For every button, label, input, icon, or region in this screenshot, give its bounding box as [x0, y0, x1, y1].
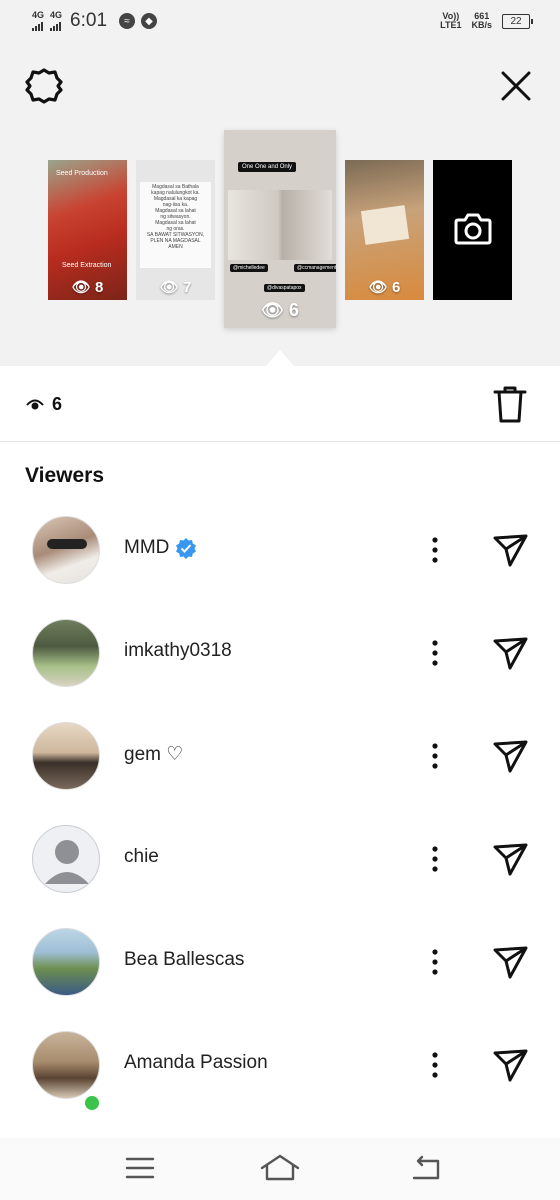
- volte-indicator: Vo)) LTE1: [440, 12, 461, 30]
- avatar[interactable]: [32, 722, 100, 790]
- viewer-row[interactable]: Bea Ballescas: [0, 912, 560, 1012]
- back-icon[interactable]: [408, 1152, 448, 1184]
- trash-icon[interactable]: [492, 384, 528, 424]
- eye-icon: [26, 399, 44, 409]
- gear-icon[interactable]: [24, 66, 64, 106]
- network-type-2: 4G: [50, 10, 63, 20]
- avatar[interactable]: [32, 1031, 100, 1099]
- story-1-views: 👁 8: [71, 279, 104, 296]
- viewer-name[interactable]: imkathy0318: [124, 640, 232, 662]
- lte-label: LTE1: [440, 20, 462, 30]
- story-1-top-caption: Seed Production: [56, 170, 108, 177]
- more-options-icon[interactable]: [424, 839, 446, 879]
- avatar[interactable]: [32, 928, 100, 996]
- viewer-name[interactable]: Bea Ballescas: [124, 949, 244, 971]
- status-right: Vo)) LTE1 661 KB/s 22: [440, 12, 533, 30]
- add-story-camera[interactable]: [433, 160, 512, 300]
- viewer-name[interactable]: chie: [124, 846, 159, 868]
- close-icon[interactable]: [500, 70, 532, 102]
- network-type-1: 4G: [32, 10, 45, 20]
- story-1-bottom-caption: Seed Extraction: [62, 262, 112, 269]
- story-1-view-count: 8: [94, 279, 104, 296]
- story-3-tag-right: @ccmanagement: [294, 264, 336, 272]
- viewer-row[interactable]: gem ♡: [0, 706, 560, 806]
- more-options-icon[interactable]: [424, 530, 446, 570]
- story-thumbnail-4[interactable]: 👁 6: [345, 160, 424, 300]
- status-bar: 4G 4G 6:01 ≈ ◆ Vo)) LTE1 661 KB/s 22: [0, 0, 560, 44]
- more-options-icon[interactable]: [424, 1045, 446, 1085]
- clock: 6:01: [70, 10, 108, 31]
- story-thumbnail-2[interactable]: Magdasal sa Bathala kapag nalulungkot ka…: [136, 160, 215, 300]
- story-3-views: 👁 6: [261, 300, 299, 320]
- signal-bars-icon: [32, 20, 43, 31]
- story-tray: Seed Production Seed Extraction 👁 8 Magd…: [0, 44, 560, 366]
- avatar[interactable]: [32, 516, 100, 584]
- home-icon[interactable]: [258, 1152, 302, 1184]
- viewer-name-text: chie: [124, 846, 159, 867]
- speed-unit: KB/s: [471, 20, 492, 30]
- avatar-sunglasses: [47, 539, 87, 549]
- signal-bars-icon: [50, 20, 62, 31]
- send-message-icon[interactable]: [490, 530, 530, 570]
- viewer-name[interactable]: Amanda Passion: [124, 1052, 268, 1074]
- more-options-icon[interactable]: [424, 633, 446, 673]
- viewer-name[interactable]: MMD: [124, 537, 197, 559]
- story-2-text-card: Magdasal sa Bathala kapag nalulungkot ka…: [140, 182, 211, 268]
- avatar[interactable]: [32, 619, 100, 687]
- story-3-view-count: 6: [288, 300, 299, 320]
- viewer-name-text: imkathy0318: [124, 640, 232, 661]
- send-message-icon[interactable]: [490, 839, 530, 879]
- story-4-sticker: [360, 205, 410, 245]
- story-thumbnail-3-selected[interactable]: One One and Only @michelledee @ccmanagem…: [224, 130, 336, 328]
- viewer-name-text: gem ♡: [124, 744, 184, 765]
- story-3-tag-bottom: @divaspatapox: [264, 284, 305, 292]
- default-user-icon: [45, 840, 89, 884]
- view-summary-row: 6: [0, 366, 560, 442]
- verified-badge-icon: [176, 538, 197, 559]
- selected-pointer: [266, 350, 294, 366]
- viewer-name-text: Amanda Passion: [124, 1052, 268, 1073]
- online-indicator: [82, 1093, 102, 1113]
- messenger-icon: ≈: [119, 13, 136, 29]
- signal-2: 4G: [50, 11, 62, 31]
- story-thumbnail-1[interactable]: Seed Production Seed Extraction 👁 8: [48, 160, 127, 300]
- status-left: 4G 4G 6:01 ≈ ◆: [32, 10, 158, 32]
- send-message-icon[interactable]: [490, 942, 530, 982]
- signal-1: 4G: [32, 11, 44, 31]
- send-message-icon[interactable]: [490, 736, 530, 776]
- camera-icon: [454, 213, 492, 245]
- viewer-row[interactable]: MMD: [0, 500, 560, 600]
- view-count: 6: [26, 394, 62, 415]
- viewers-heading: Viewers: [25, 464, 105, 487]
- send-message-icon[interactable]: [490, 1045, 530, 1085]
- story-2-view-count: 7: [182, 279, 192, 296]
- story-3-tag-left: @michelledee: [230, 264, 268, 272]
- viewer-row[interactable]: imkathy0318: [0, 603, 560, 703]
- view-count-value: 6: [52, 394, 63, 414]
- viewer-name[interactable]: gem ♡: [124, 743, 183, 766]
- battery-icon: 22: [502, 13, 533, 29]
- story-3-photo: [228, 190, 332, 260]
- viewer-name-text: Bea Ballescas: [124, 949, 245, 970]
- system-nav-bar: [0, 1138, 560, 1200]
- more-options-icon[interactable]: [424, 942, 446, 982]
- compass-icon: ◆: [141, 13, 158, 29]
- viewer-row[interactable]: Amanda Passion: [0, 1015, 560, 1115]
- story-3-banner: One One and Only: [238, 162, 297, 172]
- send-message-icon[interactable]: [490, 633, 530, 673]
- viewer-name-text: MMD: [124, 537, 170, 558]
- network-speed: 661 KB/s: [471, 12, 492, 30]
- story-4-views: 👁 6: [368, 279, 401, 296]
- story-4-view-count: 6: [391, 279, 401, 296]
- menu-icon[interactable]: [120, 1152, 160, 1184]
- story-2-line: AMEN: [168, 244, 183, 250]
- avatar-default[interactable]: [32, 825, 100, 893]
- more-options-icon[interactable]: [424, 736, 446, 776]
- story-2-views: 👁 7: [159, 279, 192, 296]
- viewer-row[interactable]: chie: [0, 809, 560, 909]
- battery-level: 22: [510, 15, 522, 27]
